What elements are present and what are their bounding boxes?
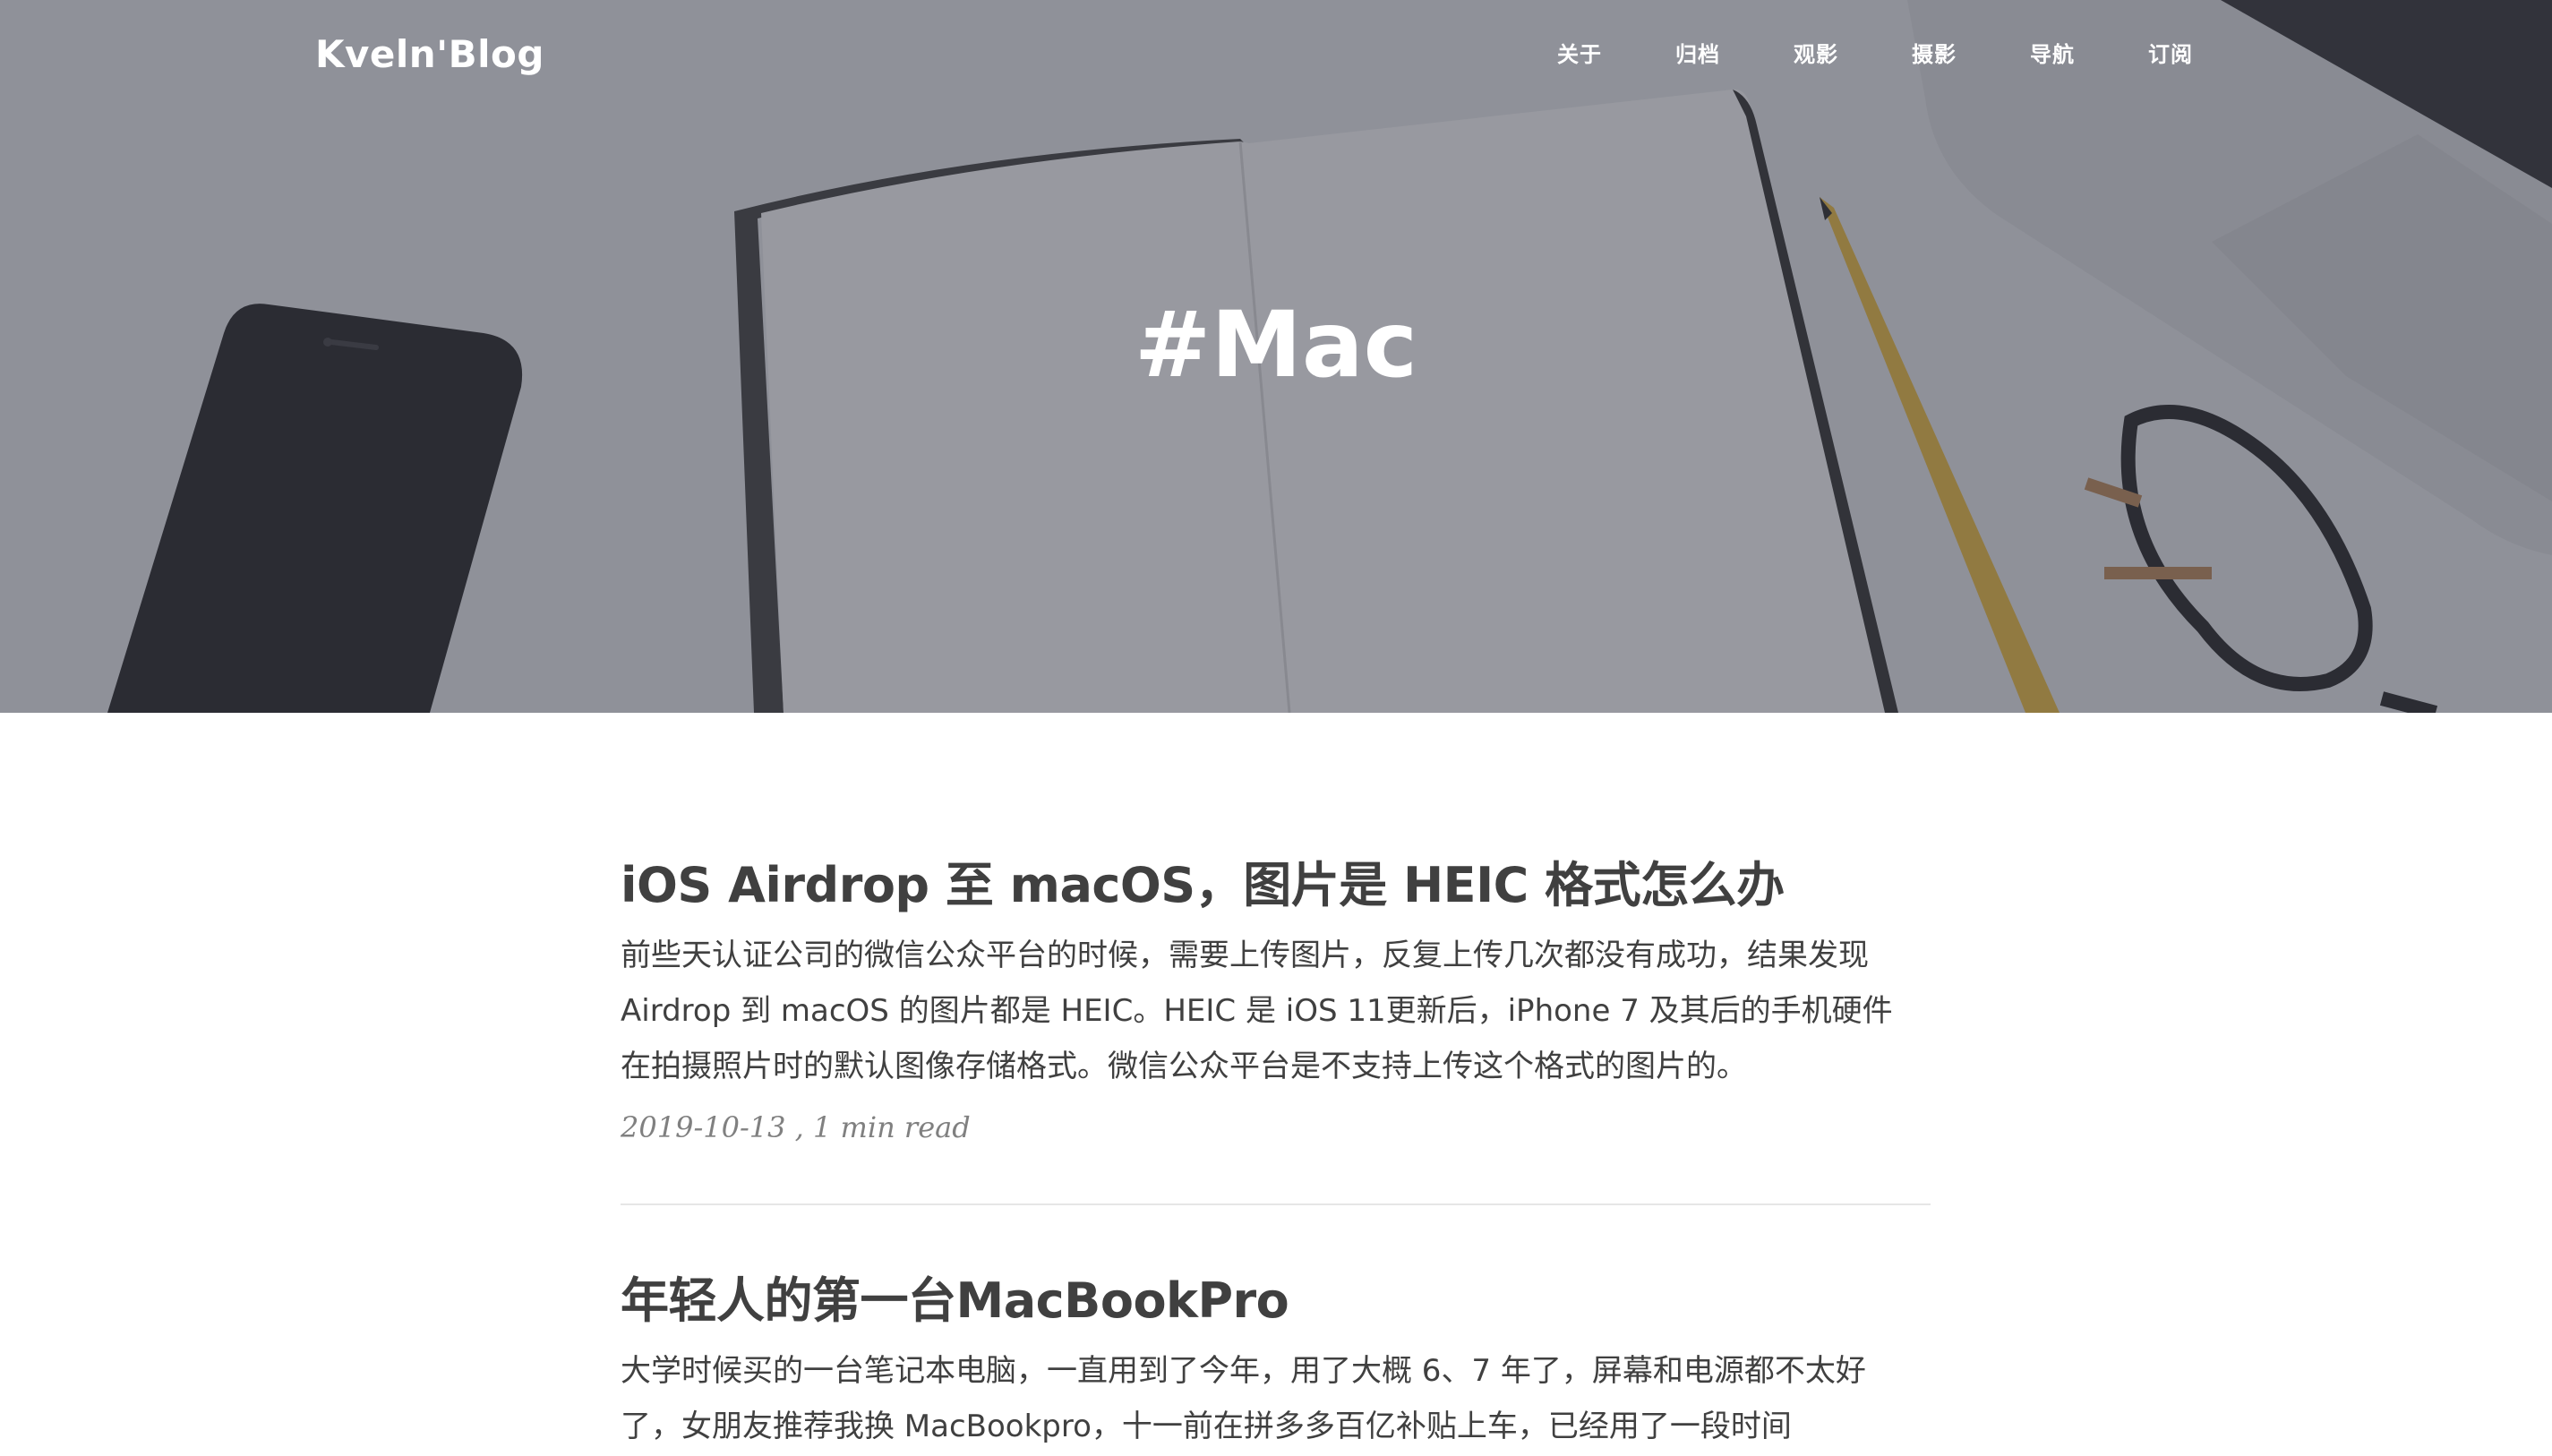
main-nav: 关于 归档 观影 摄影 导航 订阅 bbox=[1520, 27, 2230, 82]
nav-item-subscribe[interactable]: 订阅 bbox=[2111, 27, 2230, 82]
nav-item-archive[interactable]: 归档 bbox=[1639, 27, 1757, 82]
nav-item-navigation[interactable]: 导航 bbox=[1993, 27, 2111, 82]
nav-item-movies[interactable]: 观影 bbox=[1757, 27, 1875, 82]
site-brand-link[interactable]: Kveln'Blog bbox=[315, 27, 544, 82]
post-excerpt: 大学时候买的一台笔记本电脑，一直用到了今年，用了大概 6、7 年了，屏幕和电源都… bbox=[621, 1353, 1866, 1444]
page-title: #Mac bbox=[1134, 292, 1418, 398]
post-excerpt: 前些天认证公司的微信公众平台的时候，需要上传图片，反复上传几次都没有成功，结果发… bbox=[621, 938, 1893, 1084]
post-preview: iOS Airdrop 至 macOS，图片是 HEIC 格式怎么办 前些天认证… bbox=[621, 845, 1931, 1150]
post-preview: 年轻人的第一台MacBookPro 大学时候买的一台笔记本电脑，一直用到了今年，… bbox=[621, 1261, 1931, 1454]
post-list: iOS Airdrop 至 macOS，图片是 HEIC 格式怎么办 前些天认证… bbox=[621, 845, 1931, 1454]
nav-item-photography[interactable]: 摄影 bbox=[1875, 27, 1993, 82]
post-meta: 2019-10-13 , 1 min read bbox=[621, 1110, 971, 1144]
post-title-link[interactable]: 年轻人的第一台MacBookPro bbox=[621, 1261, 1931, 1341]
hero-header: Kveln'Blog 关于 归档 观影 摄影 导航 订阅 #Mac bbox=[0, 0, 2552, 713]
post-title-link[interactable]: iOS Airdrop 至 macOS，图片是 HEIC 格式怎么办 bbox=[621, 845, 1931, 926]
nav-item-about[interactable]: 关于 bbox=[1520, 27, 1639, 82]
post-divider bbox=[621, 1203, 1931, 1205]
